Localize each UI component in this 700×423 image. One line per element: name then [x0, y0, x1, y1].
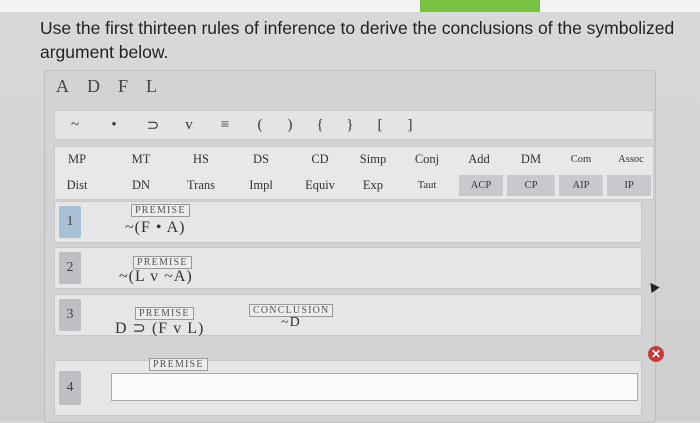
rule-ds[interactable]: DS	[241, 149, 281, 170]
symbol-lbracket[interactable]: [	[365, 117, 395, 134]
rule-assoc[interactable]: Assoc	[611, 149, 651, 170]
variable-list: A D F L	[56, 76, 159, 97]
line-formula: D ⊃ (F v L)	[115, 320, 205, 337]
variable-a[interactable]: A	[56, 76, 71, 97]
symbol-wedge[interactable]: v	[173, 117, 205, 134]
rule-taut[interactable]: Taut	[407, 175, 447, 196]
line-number: 2	[59, 252, 81, 284]
variable-d[interactable]: D	[87, 76, 102, 97]
formula-input[interactable]	[111, 373, 638, 401]
rules-toolbar: MP MT HS DS CD Simp Conj Add DM Com Asso…	[54, 146, 654, 200]
symbol-rbrace[interactable]: }	[335, 117, 365, 134]
rule-aip[interactable]: AIP	[559, 175, 603, 196]
rule-hs[interactable]: HS	[181, 149, 221, 170]
premise-tag: PREMISE	[131, 204, 190, 217]
rule-equiv[interactable]: Equiv	[300, 175, 340, 196]
conclusion-formula: ~D	[281, 315, 301, 330]
variable-l[interactable]: L	[146, 76, 159, 97]
line-number: 1	[59, 206, 81, 238]
rule-conj[interactable]: Conj	[407, 149, 447, 170]
rules-row-2: Dist DN Trans Impl Equiv Exp Taut ACP CP…	[55, 173, 653, 198]
rule-ip[interactable]: IP	[607, 175, 651, 196]
symbol-lbrace[interactable]: {	[305, 117, 335, 134]
symbol-tilde[interactable]: ~	[55, 117, 95, 134]
rule-exp[interactable]: Exp	[353, 175, 393, 196]
rules-row-1: MP MT HS DS CD Simp Conj Add DM Com Asso…	[55, 147, 653, 172]
line-number: 3	[59, 299, 81, 331]
symbol-lparen[interactable]: (	[245, 117, 275, 134]
proof-line-3[interactable]: 3 PREMISE D ⊃ (F v L) CONCLUSION ~D	[54, 294, 642, 337]
rule-cd[interactable]: CD	[300, 149, 340, 170]
symbol-toolbar: ~ • ⊃ v ≡ ( ) { } [ ]	[54, 110, 654, 140]
proof-line-4[interactable]: 4 PREMISE	[54, 358, 642, 416]
top-strip	[0, 0, 700, 12]
symbol-dot[interactable]: •	[95, 117, 133, 134]
symbol-triple-bar[interactable]: ≡	[205, 117, 245, 134]
rule-simp[interactable]: Simp	[353, 149, 393, 170]
variable-f[interactable]: F	[118, 76, 130, 97]
rule-com[interactable]: Com	[561, 149, 601, 170]
rule-trans[interactable]: Trans	[181, 175, 221, 196]
x-circle-icon[interactable]: ✕	[648, 346, 664, 362]
premise-tag: PREMISE	[149, 358, 208, 371]
rule-cp[interactable]: CP	[507, 175, 555, 196]
line-formula: ~(L v ~A)	[119, 268, 193, 285]
line-formula: ~(F • A)	[125, 219, 186, 236]
rule-dn[interactable]: DN	[121, 175, 161, 196]
rule-dm[interactable]: DM	[511, 149, 551, 170]
rule-acp[interactable]: ACP	[459, 175, 503, 196]
rule-add[interactable]: Add	[459, 149, 499, 170]
proof-line-2[interactable]: 2 PREMISE ~(L v ~A)	[54, 247, 642, 289]
rule-mt[interactable]: MT	[121, 149, 161, 170]
question-text: Use the first thirteen rules of inferenc…	[40, 18, 675, 62]
progress-strip	[420, 0, 540, 12]
symbol-horseshoe[interactable]: ⊃	[133, 116, 173, 135]
symbol-rbracket[interactable]: ]	[395, 117, 425, 134]
rule-impl[interactable]: Impl	[241, 175, 281, 196]
proof-line-1[interactable]: 1 PREMISE ~(F • A)	[54, 201, 642, 243]
symbol-rparen[interactable]: )	[275, 117, 305, 134]
line-number: 4	[59, 371, 81, 405]
rule-dist[interactable]: Dist	[57, 175, 97, 196]
rule-mp[interactable]: MP	[57, 149, 97, 170]
